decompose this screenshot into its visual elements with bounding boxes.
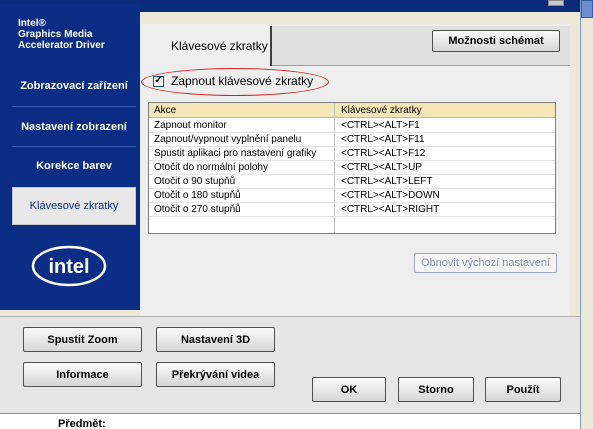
restore-defaults-button[interactable]: Obnovit výchozí nastavení <box>414 253 557 273</box>
action-cell: Zapnout monitor <box>154 120 227 131</box>
table-row[interactable]: Zapnout/vypnout vyplnění panelu <CTRL><A… <box>149 133 555 147</box>
table-row[interactable]: Zapnout monitor <CTRL><ALT>F1 <box>149 119 555 133</box>
action-cell: Otočit do normální polohy <box>154 162 268 173</box>
table-row[interactable]: Otočit do normální polohy <CTRL><ALT>UP <box>149 161 555 175</box>
sidebar-item-hotkeys[interactable]: Klávesové zkratky <box>12 187 136 225</box>
background-subject-label: Předmět: <box>58 418 106 429</box>
table-row[interactable]: Otočit o 270 stupňů <CTRL><ALT>RIGHT <box>149 203 555 217</box>
action-cell: Otočit o 180 stupňů <box>154 190 241 201</box>
table-row[interactable]: Spustit aplikaci pro nastavení grafiky <… <box>149 147 555 161</box>
hotkey-cell: <CTRL><ALT>F12 <box>341 148 426 159</box>
sidebar-divider <box>12 106 136 107</box>
ok-button[interactable]: OK <box>312 377 386 402</box>
ok-label: OK <box>340 383 358 396</box>
information-button[interactable]: Informace <box>23 362 142 387</box>
sidebar-item-color-correction[interactable]: Korekce barev <box>12 147 136 185</box>
action-cell: Otočit o 270 stupňů <box>154 204 241 215</box>
enable-hotkeys-checkbox[interactable]: ✓ <box>153 75 164 87</box>
tab-hotkeys[interactable]: Klávesové zkratky <box>145 26 272 66</box>
3d-settings-label: Nastavení 3D <box>180 333 251 346</box>
video-overlay-label: Překrývání videa <box>171 368 260 381</box>
sidebar-item-label: Zobrazovací zařízení <box>20 80 128 92</box>
3d-settings-button[interactable]: Nastavení 3D <box>156 327 275 352</box>
cancel-label: Storno <box>418 383 454 396</box>
sidebar-item-display-settings[interactable]: Nastavení zobrazení <box>12 108 136 146</box>
hotkey-cell: <CTRL><ALT>DOWN <box>341 190 440 201</box>
video-overlay-button[interactable]: Překrývání videa <box>156 362 275 387</box>
cancel-button[interactable]: Storno <box>398 377 474 402</box>
information-label: Informace <box>56 368 109 381</box>
scheme-options-button[interactable]: Možnosti schémat <box>432 30 560 52</box>
background-scroll-thumb[interactable] <box>581 0 593 18</box>
restore-defaults-label: Obnovit výchozí nastavení <box>420 257 550 269</box>
enable-hotkeys-row[interactable]: ✓ Zapnout klávesové zkratky <box>153 72 313 90</box>
column-header-action[interactable]: Akce <box>149 103 176 118</box>
column-header-hotkeys[interactable]: Klávesové zkratky <box>336 103 422 118</box>
hotkey-cell: <CTRL><ALT>F1 <box>341 120 420 131</box>
sidebar-item-label: Korekce barev <box>36 160 112 172</box>
apply-label: Použít <box>506 383 540 396</box>
background-window-edge <box>580 0 593 429</box>
product-title: Intel® Graphics Media Accelerator Driver <box>18 18 105 51</box>
hotkey-cell: <CTRL><ALT>LEFT <box>341 176 433 187</box>
start-zoom-button[interactable]: Spustit Zoom <box>23 327 142 352</box>
scheme-options-label: Možnosti schémat <box>448 35 544 47</box>
hotkey-cell: <CTRL><ALT>RIGHT <box>341 204 440 215</box>
action-cell: Otočit o 90 stupňů <box>154 176 236 187</box>
sidebar-item-display-devices[interactable]: Zobrazovací zařízení <box>12 67 136 105</box>
table-header: Akce Klávesové zkratky <box>149 103 555 118</box>
hotkey-cell: <CTRL><ALT>F11 <box>341 134 425 145</box>
table-row[interactable]: Otočit o 90 stupňů <CTRL><ALT>LEFT <box>149 175 555 189</box>
intel-logo: intel <box>31 245 107 287</box>
sidebar-item-label: Nastavení zobrazení <box>21 121 127 133</box>
sidebar-item-label: Klávesové zkratky <box>29 200 119 212</box>
hotkeys-table: Akce Klávesové zkratky Zapnout monitor <… <box>148 102 556 234</box>
action-cell: Spustit aplikaci pro nastavení grafiky <box>154 148 317 159</box>
intel-logo-text: intel <box>48 256 89 278</box>
hotkey-cell: <CTRL><ALT>UP <box>341 162 422 173</box>
enable-hotkeys-label: Zapnout klávesové zkratky <box>171 74 314 88</box>
table-row[interactable]: Otočit o 180 stupňů <CTRL><ALT>DOWN <box>149 189 555 203</box>
action-cell: Zapnout/vypnout vyplnění panelu <box>154 134 302 145</box>
close-button[interactable] <box>548 0 564 6</box>
apply-button[interactable]: Použít <box>485 377 561 402</box>
start-zoom-label: Spustit Zoom <box>47 333 118 346</box>
tab-label: Klávesové zkratky <box>171 39 268 53</box>
